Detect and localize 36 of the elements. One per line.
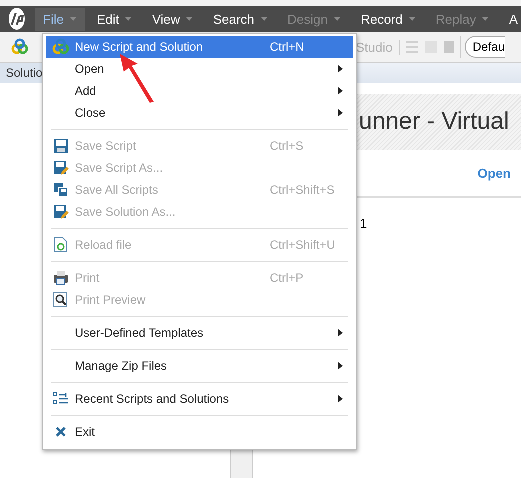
floppy-pencil-icon [53,204,69,220]
rings-icon [11,38,29,56]
caret-icon [70,17,77,21]
menu-item[interactable]: View [144,8,202,30]
dropdown[interactable]: Defau [464,36,505,58]
menu-entry[interactable]: Recent Scripts and Solutions [46,388,353,410]
menu-entry[interactable]: Exit [46,421,353,443]
document-refresh-icon [54,237,68,253]
floppy-disks-icon [53,182,69,198]
rings-icon [52,38,70,56]
menu-item[interactable]: Edit [88,8,140,30]
caret-icon [408,17,416,21]
menu-entry[interactable]: New Script and Solution Ctrl+N [46,36,353,58]
list-icon [53,392,69,406]
open-link[interactable]: Open [478,166,511,180]
printer-icon [53,270,69,286]
menu-entry[interactable]: Close [46,102,353,124]
menu-entry[interactable]: Add [46,80,353,102]
page-title: unner - Virtual [359,108,510,136]
table-icon[interactable] [442,40,455,54]
caret-icon [482,17,490,21]
menu-entry[interactable]: User-Defined Templates [46,322,353,344]
magnifier-page-icon [53,292,69,308]
menu-entry[interactable]: Manage Zip Files [46,355,353,377]
line-number: 1 [360,216,368,231]
menu-item[interactable]: Search [205,8,276,30]
caret-icon [334,17,341,21]
caret-icon [260,17,268,21]
menu-item[interactable]: Record [352,8,424,30]
floppy-pencil-icon [53,160,69,176]
menu-item[interactable]: File [35,8,85,30]
caret-icon [186,17,194,21]
close-icon [55,426,67,438]
menu-item[interactable]: A [501,8,521,30]
caret-icon [125,17,132,21]
list-icon[interactable] [404,40,419,54]
